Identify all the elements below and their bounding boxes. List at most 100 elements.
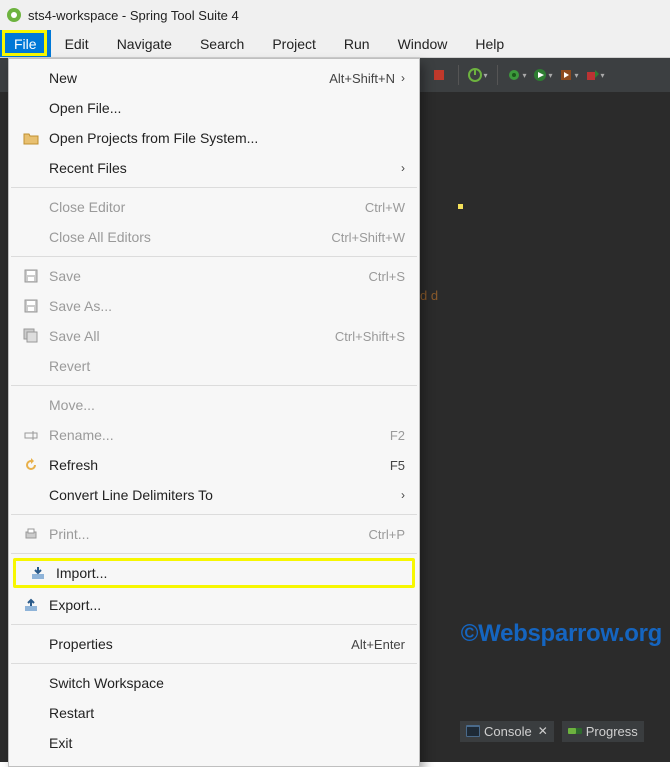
- menu-item-label: Print...: [49, 526, 369, 542]
- submenu-arrow-icon: ›: [401, 71, 405, 85]
- toolbar-separator: [497, 65, 498, 85]
- close-icon[interactable]: ✕: [538, 724, 548, 738]
- menu-item-label: Open Projects from File System...: [49, 130, 405, 146]
- folder-icon: [19, 131, 43, 145]
- menu-item-accelerator: Ctrl+S: [369, 269, 405, 284]
- menu-item-label: Close Editor: [49, 199, 365, 215]
- menu-item-export[interactable]: Export...: [9, 590, 419, 620]
- menu-item-accelerator: Ctrl+Shift+W: [331, 230, 405, 245]
- menu-item-label: Close All Editors: [49, 229, 331, 245]
- menu-item-label: Save As...: [49, 298, 405, 314]
- menu-item-accelerator: F5: [390, 458, 405, 473]
- progress-tab-label: Progress: [586, 724, 638, 739]
- menu-item-refresh[interactable]: RefreshF5: [9, 450, 419, 480]
- menu-file[interactable]: File: [0, 30, 51, 57]
- menu-item-switch-workspace[interactable]: Switch Workspace: [9, 668, 419, 698]
- menu-item-label: Export...: [49, 597, 405, 613]
- menu-item-open-file[interactable]: Open File...: [9, 93, 419, 123]
- save-icon: [19, 298, 43, 314]
- run-icon[interactable]: ▾: [532, 64, 554, 86]
- menu-item-convert-line-delimiters-to[interactable]: Convert Line Delimiters To ›: [9, 480, 419, 510]
- console-icon: [466, 725, 480, 737]
- menu-item-revert: Revert: [9, 351, 419, 381]
- menu-run[interactable]: Run: [330, 30, 384, 57]
- menu-item-exit[interactable]: Exit: [9, 728, 419, 758]
- menu-item-label: Properties: [49, 636, 351, 652]
- menu-item-close-editor: Close EditorCtrl+W: [9, 192, 419, 222]
- menu-item-label: Move...: [49, 397, 405, 413]
- menu-item-save-all: Save AllCtrl+Shift+S: [9, 321, 419, 351]
- console-tab-label: Console: [484, 724, 532, 739]
- save-icon: [19, 268, 43, 284]
- app-icon: [6, 7, 22, 23]
- external-tools-icon[interactable]: ▾: [584, 64, 606, 86]
- menu-item-import[interactable]: Import...: [16, 561, 412, 585]
- menu-item-accelerator: Ctrl+P: [369, 527, 405, 542]
- menu-item-label: Recent Files: [49, 160, 395, 176]
- import-icon: [26, 565, 50, 581]
- rename-icon: [19, 427, 43, 443]
- menu-navigate[interactable]: Navigate: [103, 30, 186, 57]
- window-title: sts4-workspace - Spring Tool Suite 4: [28, 8, 239, 23]
- menu-item-save-as: Save As...: [9, 291, 419, 321]
- menu-separator: [11, 624, 417, 625]
- export-icon: [19, 597, 43, 613]
- menu-separator: [11, 385, 417, 386]
- menu-item-accelerator: F2: [390, 428, 405, 443]
- menu-separator: [11, 187, 417, 188]
- menu-item-label: Exit: [49, 735, 405, 751]
- menu-edit[interactable]: Edit: [51, 30, 103, 57]
- menu-item-label: Restart: [49, 705, 405, 721]
- toolbar-separator: [458, 65, 459, 85]
- menu-item-label: Save All: [49, 328, 335, 344]
- menu-item-new[interactable]: NewAlt+Shift+N ›: [9, 63, 419, 93]
- menu-item-label: Revert: [49, 358, 405, 374]
- editor-caret: [458, 204, 463, 209]
- print-icon: [19, 526, 43, 542]
- menu-item-accelerator: Ctrl+W: [365, 200, 405, 215]
- highlight-import-item: Import...: [13, 558, 415, 588]
- menu-item-accelerator: Alt+Enter: [351, 637, 405, 652]
- submenu-arrow-icon: ›: [401, 161, 405, 175]
- bottom-tabs: Console ✕ Progress: [460, 718, 644, 744]
- menu-item-accelerator: Ctrl+Shift+S: [335, 329, 405, 344]
- menu-help[interactable]: Help: [461, 30, 518, 57]
- run-config-icon[interactable]: ▾: [558, 64, 580, 86]
- menu-item-label: Import...: [56, 565, 398, 581]
- editor-hint-text: d d: [420, 288, 438, 303]
- menu-item-label: New: [49, 70, 329, 86]
- menu-item-label: Save: [49, 268, 369, 284]
- menu-item-rename: Rename...F2: [9, 420, 419, 450]
- refresh-icon: [19, 457, 43, 473]
- console-tab[interactable]: Console ✕: [460, 721, 554, 742]
- menu-item-open-projects-from-file-system[interactable]: Open Projects from File System...: [9, 123, 419, 153]
- submenu-arrow-icon: ›: [401, 488, 405, 502]
- menu-separator: [11, 514, 417, 515]
- menu-bar: File Edit Navigate Search Project Run Wi…: [0, 30, 670, 58]
- menu-item-accelerator: Alt+Shift+N: [329, 71, 395, 86]
- stop-icon[interactable]: [428, 64, 450, 86]
- progress-tab[interactable]: Progress: [562, 721, 644, 742]
- boot-dashboard-icon[interactable]: ▾: [467, 64, 489, 86]
- menu-separator: [11, 256, 417, 257]
- menu-item-save: SaveCtrl+S: [9, 261, 419, 291]
- menu-item-print: Print...Ctrl+P: [9, 519, 419, 549]
- menu-window[interactable]: Window: [384, 30, 462, 57]
- debug-icon[interactable]: ▾: [506, 64, 528, 86]
- menu-item-label: Refresh: [49, 457, 390, 473]
- menu-project[interactable]: Project: [258, 30, 330, 57]
- menu-item-move: Move...: [9, 390, 419, 420]
- menu-item-label: Convert Line Delimiters To: [49, 487, 395, 503]
- menu-separator: [11, 663, 417, 664]
- menu-item-restart[interactable]: Restart: [9, 698, 419, 728]
- progress-icon: [568, 725, 582, 737]
- menu-item-label: Switch Workspace: [49, 675, 405, 691]
- file-dropdown: NewAlt+Shift+N › Open File... Open Projects…: [8, 58, 420, 767]
- menu-item-label: Open File...: [49, 100, 405, 116]
- menu-separator: [11, 553, 417, 554]
- title-bar: sts4-workspace - Spring Tool Suite 4: [0, 0, 670, 30]
- menu-item-recent-files[interactable]: Recent Files ›: [9, 153, 419, 183]
- menu-item-label: Rename...: [49, 427, 390, 443]
- menu-item-properties[interactable]: PropertiesAlt+Enter: [9, 629, 419, 659]
- menu-search[interactable]: Search: [186, 30, 258, 57]
